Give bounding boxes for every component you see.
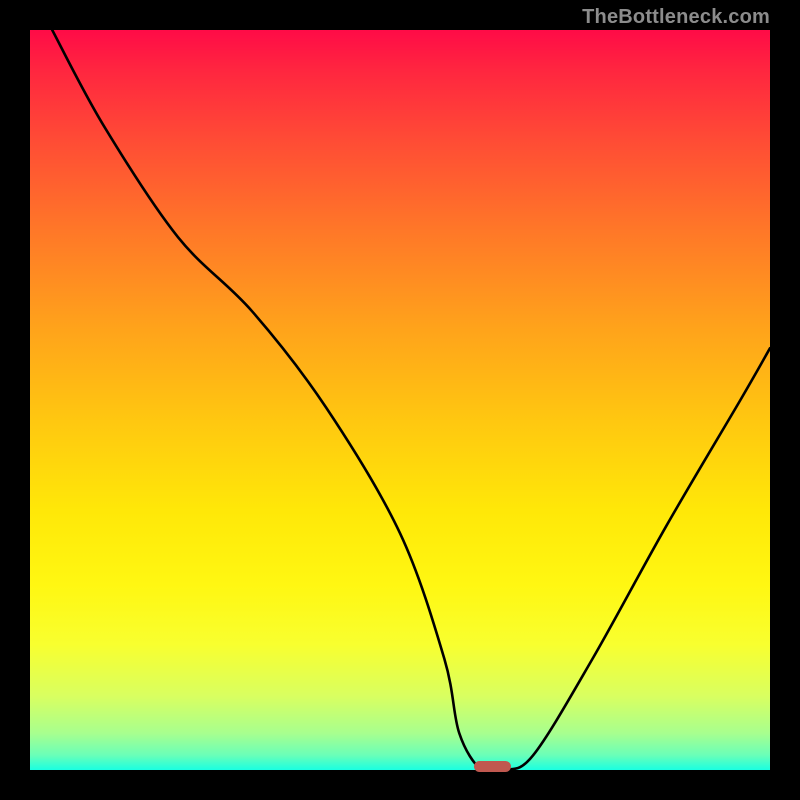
bottleneck-curve — [30, 30, 770, 770]
plot-area — [30, 30, 770, 770]
optimum-marker — [474, 761, 511, 772]
watermark: TheBottleneck.com — [582, 6, 770, 29]
chart-container: TheBottleneck.com — [0, 0, 800, 800]
